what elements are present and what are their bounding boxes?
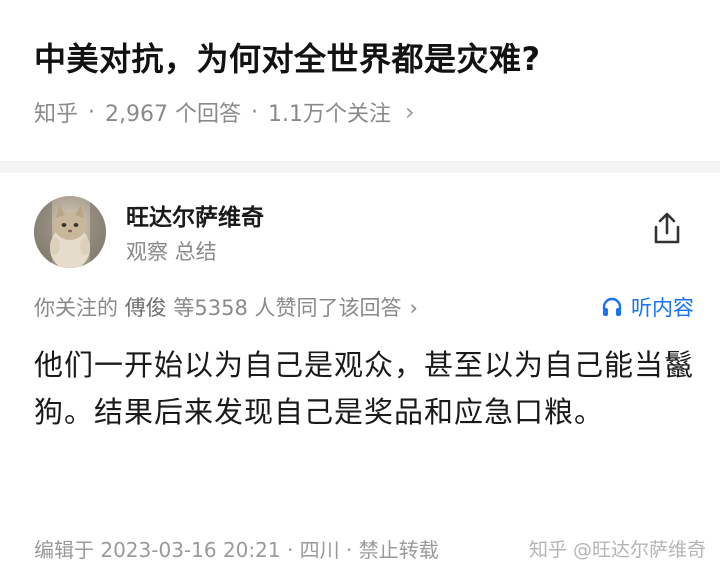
upvote-summary[interactable]: 你关注的 傅俊 等5358 人赞同了该回答 › xyxy=(34,292,418,322)
avatar[interactable] xyxy=(34,196,106,268)
upvote-row: 你关注的 傅俊 等5358 人赞同了该回答 › 听内容 xyxy=(34,290,694,324)
share-icon xyxy=(654,212,680,244)
share-button[interactable] xyxy=(648,210,686,248)
watermark: 知乎 @旺达尔萨维奇 xyxy=(528,538,706,561)
upvote-prefix: 你关注的 xyxy=(34,296,118,320)
meta-separator: · xyxy=(88,99,96,125)
author-bar: 旺达尔萨维奇 观察 总结 xyxy=(34,196,694,274)
chevron-right-icon[interactable]: › xyxy=(405,98,415,126)
upvote-count: 等5358 人赞同了该回答 xyxy=(173,296,402,320)
answer-count: 2,967 个回答 xyxy=(105,102,241,127)
headphones-icon xyxy=(602,297,622,316)
section-divider xyxy=(0,161,720,173)
question-meta[interactable]: 知乎 · 2,967 个回答 · 1.1万个关注 › xyxy=(34,96,694,128)
listen-label: 听内容 xyxy=(631,296,694,320)
question-header: 中美对抗，为何对全世界都是灾难? 知乎 · 2,967 个回答 · 1.1万个关… xyxy=(34,36,694,128)
answer-footer: 编辑于 2023-03-16 20:21 · 四川 · 禁止转载 知乎 @旺达尔… xyxy=(34,528,720,568)
follower-count: 1.1万个关注 xyxy=(268,102,391,127)
friend-name[interactable]: 傅俊 xyxy=(125,296,167,320)
chevron-right-icon: › xyxy=(409,296,418,320)
edit-info: 编辑于 2023-03-16 20:21 · 四川 · 禁止转载 xyxy=(34,537,439,562)
answer-text: 他们一开始以为自己是观众，甚至以为自己能当鬣狗。结果后来发现自己是奖品和应急口粮… xyxy=(34,348,695,429)
listen-button[interactable]: 听内容 xyxy=(601,292,694,322)
author-name[interactable]: 旺达尔萨维奇 xyxy=(126,198,264,232)
question-title[interactable]: 中美对抗，为何对全世界都是灾难? xyxy=(34,36,694,82)
meta-separator: · xyxy=(251,99,258,125)
source-label: 知乎 xyxy=(34,102,79,127)
author-tagline: 观察 总结 xyxy=(126,240,217,264)
cat-avatar-icon xyxy=(34,196,106,268)
